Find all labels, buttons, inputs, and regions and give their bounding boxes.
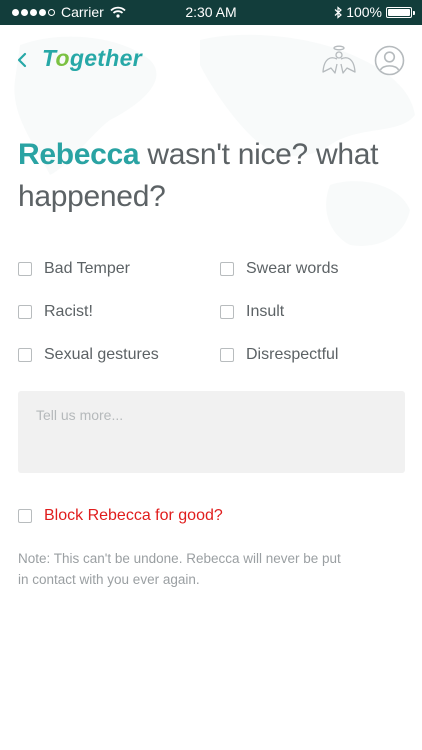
block-user-checkbox[interactable]: Block Rebecca for good? xyxy=(18,507,223,525)
reason-checkbox-bad-temper[interactable]: Bad Temper xyxy=(18,260,130,278)
angel-icon[interactable] xyxy=(321,44,357,76)
status-bar: Carrier 2:30 AM 100% xyxy=(0,0,422,25)
top-navigation: Together xyxy=(0,25,422,95)
checkbox[interactable] xyxy=(220,348,234,362)
profile-icon[interactable] xyxy=(374,45,405,76)
reason-checkbox-insult[interactable]: Insult xyxy=(220,303,284,321)
battery-icon xyxy=(386,6,415,18)
back-chevron-icon[interactable] xyxy=(14,51,30,69)
block-user-label: Block Rebecca for good? xyxy=(44,507,223,524)
checkbox[interactable] xyxy=(18,509,32,523)
reported-user-name: Rebecca xyxy=(18,138,140,171)
checkbox[interactable] xyxy=(18,262,32,276)
together-logo: Together xyxy=(42,45,142,71)
battery-percent: 100% xyxy=(346,4,382,20)
checkbox[interactable] xyxy=(220,262,234,276)
reason-checkbox-sexual-gestures[interactable]: Sexual gestures xyxy=(18,346,159,364)
status-bar-right: 100% xyxy=(334,4,415,20)
checkbox[interactable] xyxy=(220,305,234,319)
reason-checkbox-swear-words[interactable]: Swear words xyxy=(220,260,338,278)
block-warning-note: Note: This can't be undone. Rebecca will… xyxy=(18,551,341,587)
checkbox[interactable] xyxy=(18,348,32,362)
reason-checkbox-disrespectful[interactable]: Disrespectful xyxy=(220,346,338,364)
checkbox[interactable] xyxy=(18,305,32,319)
page-title: Rebecca wasn't nice? what happened? xyxy=(18,134,408,218)
reason-checkbox-racist[interactable]: Racist! xyxy=(18,303,93,321)
bluetooth-icon xyxy=(334,5,343,19)
tell-us-more-input[interactable] xyxy=(18,391,405,473)
